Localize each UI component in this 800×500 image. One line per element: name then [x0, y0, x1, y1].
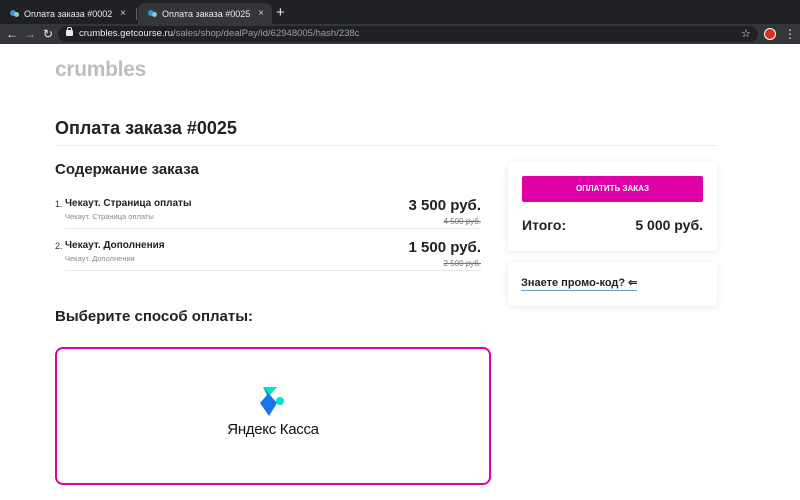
browser-tab-strip: Оплата заказа #0002 × Оплата заказа #002…: [0, 0, 800, 24]
page-title: Оплата заказа #0025: [55, 118, 237, 138]
item-name: Чекаут. Дополнения: [65, 240, 165, 251]
forward-arrow-icon[interactable]: →: [23, 24, 37, 44]
promo-code-card: Знаете промо-код? ⇐: [508, 262, 717, 306]
tab-separator: [136, 8, 137, 20]
arrow-left-icon: ⇐: [628, 277, 638, 289]
promo-code-link[interactable]: Знаете промо-код? ⇐: [521, 276, 638, 291]
payment-section-title: Выберите способ оплаты:: [55, 308, 254, 325]
profile-avatar-icon[interactable]: [764, 28, 776, 40]
tab-title: Оплата заказа #0025: [162, 8, 251, 19]
divider: [65, 228, 481, 229]
site-logo[interactable]: crumbles: [55, 58, 146, 82]
item-number: 2.: [55, 241, 63, 251]
item-subtitle: Чекаут. Дополнения: [65, 254, 135, 263]
payment-method-label: Яндекс Касса: [227, 421, 319, 438]
item-subtitle: Чекаут. Страница оплаты: [65, 212, 154, 221]
bookmark-star-icon[interactable]: ☆: [741, 24, 751, 44]
url-path: /sales/shop/dealPay/id/62948005/hash/238…: [172, 28, 360, 39]
pay-order-button[interactable]: ОПЛАТИТЬ ЗАКАЗ: [522, 176, 703, 202]
lock-icon: [66, 27, 73, 36]
site-favicon-icon: [148, 9, 157, 18]
tab-close-icon[interactable]: ×: [118, 8, 128, 19]
order-summary-card: ОПЛАТИТЬ ЗАКАЗ Итого: 5 000 руб.: [508, 162, 717, 251]
payment-method-yandex-kassa[interactable]: Яндекс Касса: [55, 347, 491, 485]
browser-toolbar: ← → ↻ crumbles.getcourse.ru/sales/shop/d…: [0, 24, 800, 44]
tab-title: Оплата заказа #0002: [24, 8, 113, 19]
order-section-title: Содержание заказа: [55, 161, 199, 178]
item-price: 1 500 руб.: [408, 239, 481, 256]
promo-code-label: Знаете промо-код?: [521, 277, 626, 289]
item-name: Чекаут. Страница оплаты: [65, 198, 192, 209]
total-value: 5 000 руб.: [635, 217, 703, 233]
divider: [55, 145, 717, 146]
order-item: 1. Чекаут. Страница оплаты Чекаут. Стран…: [55, 195, 481, 237]
new-tab-button[interactable]: +: [276, 4, 285, 22]
total-label: Итого:: [522, 217, 567, 233]
reload-icon[interactable]: ↻: [41, 24, 55, 44]
url-host: crumbles.getcourse.ru: [79, 28, 173, 39]
back-arrow-icon[interactable]: ←: [5, 24, 19, 44]
browser-menu-icon[interactable]: ⋮: [784, 24, 796, 44]
divider: [65, 270, 481, 271]
order-item: 2. Чекаут. Дополнения Чекаут. Дополнения…: [55, 237, 481, 279]
address-bar[interactable]: crumbles.getcourse.ru/sales/shop/dealPay…: [58, 26, 758, 42]
yandex-kassa-logo-icon: [260, 387, 284, 416]
browser-tab[interactable]: Оплата заказа #0002 ×: [0, 3, 134, 24]
item-number: 1.: [55, 199, 63, 209]
site-favicon-icon: [10, 9, 19, 18]
tab-close-icon[interactable]: ×: [256, 8, 266, 19]
item-price: 3 500 руб.: [408, 197, 481, 214]
browser-tab-active[interactable]: Оплата заказа #0025 ×: [138, 3, 272, 24]
url-text: crumbles.getcourse.ru/sales/shop/dealPay…: [79, 28, 359, 40]
item-old-price: 2 500 руб.: [443, 259, 482, 268]
item-old-price: 4 500 руб.: [443, 217, 482, 226]
